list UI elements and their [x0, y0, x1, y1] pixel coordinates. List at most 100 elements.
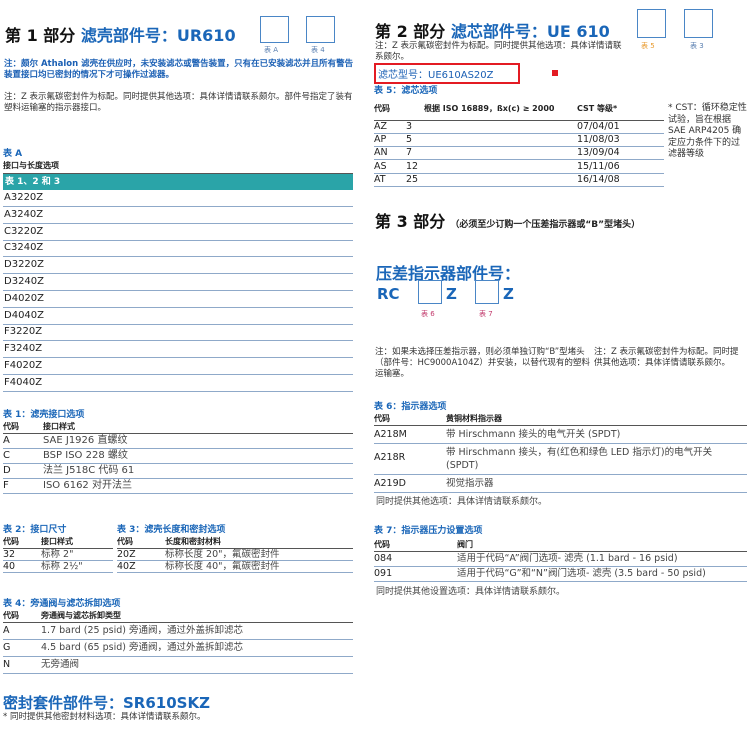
table-1: 表 1：滤壳接口选项 代码 接口样式 A SAE J1926 直螺纹 C BSP IS…	[3, 407, 353, 502]
table-row: 20Z 标称长度 20"，氟碳密封件	[117, 549, 353, 561]
row-desc: ISO 6162 对开法兰	[43, 480, 132, 491]
table-4-header-code: 代码	[3, 611, 19, 620]
table-a: 表 A 接口与长度选项 表 1、2 和 3 A3220Z A3240Z C3220Z…	[3, 146, 353, 396]
housing-notice: 注：颇尔 Athalon 滤壳在供应时，未安装滤芯或警告装置，只有在已安装滤芯并…	[4, 59, 354, 80]
table-row: AP 5 11/08/03	[374, 134, 664, 148]
row-desc: 4.5 bard (65 psid) 旁通阀，通过外盖拆卸滤芯	[41, 642, 243, 653]
row-desc: 标称长度 40"，氟碳密封件	[165, 561, 280, 572]
row-code: A218R	[374, 452, 406, 463]
table-row: D4040Z	[3, 308, 353, 325]
part3-title: 第 3 部分 （必须至少订购一个压差指示器或“B”型堵头）	[375, 208, 640, 232]
table-row: D3240Z	[3, 274, 353, 291]
part3-prefix: 第 3 部分	[375, 212, 446, 231]
row-beta: 3	[406, 121, 413, 132]
part2-title: 第 2 部分 滤芯部件号：UE 610	[375, 18, 610, 42]
row-beta: 12	[406, 160, 419, 172]
cst-note: * CST：循环稳定性试验，旨在根据 SAE ARP4205 确定应力条件下的过…	[668, 103, 747, 159]
table-7-header-code: 代码	[374, 540, 390, 549]
table-2-title: 表 2：接口尺寸	[3, 525, 67, 535]
table-row: A219D 视觉指示器	[374, 475, 747, 493]
row-desc: 适用于代码“G”和“N”阀门选项- 滤壳 (3.5 bard - 50 psid…	[457, 568, 706, 579]
row-beta: 25	[406, 173, 419, 185]
table-row: F3220Z	[3, 324, 353, 342]
table-a-band: 表 1、2 和 3	[3, 174, 353, 190]
table-row: G 4.5 bard (65 psid) 旁通阀，通过外盖拆卸滤芯	[3, 640, 353, 657]
table-2: 表 2：接口尺寸 代码 接口样式 32 标称 2" 40 标称 2½"	[3, 522, 113, 577]
row-desc: SAE J1926 直螺纹	[43, 435, 128, 446]
table-1-title: 表 1：滤壳接口选项	[3, 410, 85, 420]
table-a-band-text: 表 1、2 和 3	[5, 177, 61, 187]
row-code: 091	[374, 568, 393, 579]
table-a-header-text: 接口与长度选项	[3, 161, 59, 170]
table-1-header-code: 代码	[3, 422, 19, 431]
table-1-header-style: 接口样式	[43, 422, 75, 431]
table-6-note: 同时提供其他选项：具体详情请联系颇尔。	[376, 497, 548, 507]
table-row: C BSP ISO 228 螺纹	[3, 449, 353, 464]
row-code: G	[3, 642, 11, 653]
table-a-box-label: 表 A	[264, 46, 279, 54]
table-row: F ISO 6162 对开法兰	[3, 479, 353, 494]
element-model-text: 滤芯型号：UE610AS20Z	[378, 70, 494, 81]
row-code: AT	[374, 173, 386, 185]
row-beta: 5	[406, 134, 413, 146]
row-cst: 15/11/06	[577, 160, 620, 172]
table-7-header: 代码 阀门	[374, 539, 747, 552]
table-3-header-desc: 长度和密封材料	[165, 537, 221, 546]
table-5-box	[637, 9, 666, 38]
table-a-title: 表 A	[3, 149, 23, 159]
table-row: 40 标称 2½"	[3, 561, 113, 573]
table-6-box-label: 表 6	[421, 310, 435, 318]
table-row: A218M 带 Hirschmann 接头的电气开关 (SPDT)	[374, 426, 747, 444]
row-code: F	[3, 480, 9, 491]
table-row: A SAE J1926 直螺纹	[3, 434, 353, 449]
table-3-box	[684, 9, 713, 38]
row-code: A	[3, 435, 10, 446]
row-cst: 16/14/08	[577, 173, 620, 185]
table-6: 表 6：指示器选项 代码 黄铜材料指示器 A218M 带 Hirschmann 接…	[374, 399, 747, 507]
table-3-header: 代码 长度和密封材料	[117, 536, 353, 549]
table-row: N 无旁通阀	[3, 657, 353, 674]
row-code: A218M	[374, 429, 407, 440]
row-code: 084	[374, 553, 393, 564]
row-desc: 法兰 J518C 代码 61	[43, 465, 135, 476]
row-code: N	[3, 659, 11, 670]
row-code: 32	[3, 549, 16, 560]
table-7: 表 7：指示器压力设置选项 代码 阀门 084 适用于代码“A”阀门选项- 滤壳 …	[374, 523, 747, 603]
table-row: A218R 带 Hirschmann 接头，有(红色和绿色 LED 指示灯)的电气…	[374, 444, 747, 475]
row-code: 40	[3, 561, 16, 572]
table-7-box-label: 表 7	[479, 310, 493, 318]
part-code: F4020Z	[4, 360, 43, 371]
part-code: D4020Z	[4, 292, 44, 304]
row-code: AS	[374, 160, 387, 172]
row-cst: 13/09/04	[577, 147, 620, 159]
table-3-box-label: 表 3	[690, 42, 704, 50]
table-2-header-code: 代码	[3, 537, 19, 546]
plug-note: 注：如果未选择压差指示器，则必须单独订购“B”型堵头（部件号：HC9000A10…	[375, 347, 590, 379]
table-row: A3220Z	[3, 190, 353, 207]
table-7-header-desc: 阀门	[457, 540, 473, 549]
part-code: D3220Z	[4, 259, 44, 271]
row-code: AN	[374, 147, 388, 159]
table-5: 表 5：滤芯选项 代码 根据 ISO 16889，ßx(c) ≥ 2000 CS…	[374, 83, 664, 201]
table-row: F4040Z	[3, 375, 353, 392]
table-row: 091 适用于代码“G”和“N”阀门选项- 滤壳 (3.5 bard - 50 p…	[374, 567, 747, 582]
element-z-note: 注：Z 表示氟碳密封件为标配。同时提供其他选项：具体详情请联系颇尔。	[375, 41, 622, 62]
row-code: AP	[374, 134, 387, 146]
part2-element-number: 滤芯部件号：UE 610	[450, 22, 610, 41]
table-row: C3240Z	[3, 240, 353, 258]
table-5-header: 代码 根据 ISO 16889，ßx(c) ≥ 2000 CST 等级*	[374, 98, 664, 121]
table-row: AT 25 16/14/08	[374, 174, 664, 187]
table-row: AZ 3 07/04/01	[374, 121, 664, 134]
table-3-title: 表 3：滤壳长度和密封选项	[117, 525, 226, 535]
table-row: A3240Z	[3, 207, 353, 224]
row-code: 40Z	[117, 561, 136, 572]
row-desc: 带 Hirschmann 接头的电气开关 (SPDT)	[446, 429, 621, 440]
part-code: F3220Z	[4, 326, 43, 338]
row-code: A	[3, 625, 10, 636]
table-3-header-code: 代码	[117, 537, 133, 546]
part-code: C3220Z	[4, 225, 44, 237]
seal-kit-note: * 同时提供其他密封材料选项：具体详情请联系颇尔。	[3, 712, 206, 722]
table-6-header: 代码 黄铜材料指示器	[374, 413, 747, 426]
table-4: 表 4：旁通阀与滤芯拆卸选项 代码 旁通阀与滤芯拆卸类型 A 1.7 bard (…	[3, 596, 353, 676]
row-desc: 视觉指示器	[446, 478, 494, 489]
